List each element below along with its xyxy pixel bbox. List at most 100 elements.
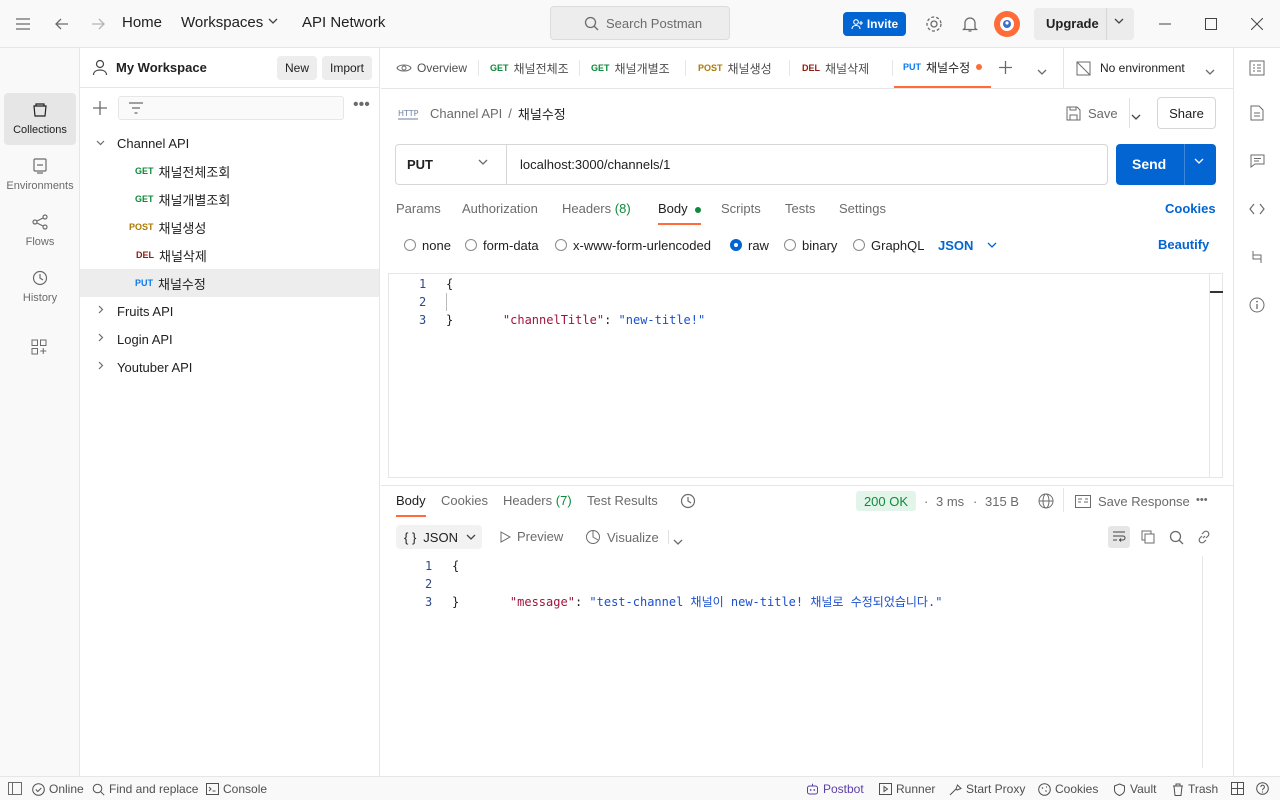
method-select[interactable]: PUT	[396, 145, 507, 184]
status-badge[interactable]: 200 OK	[856, 491, 916, 511]
share-button[interactable]: Share	[1157, 97, 1216, 129]
tab-params[interactable]: Params	[396, 201, 441, 225]
request-body-editor[interactable]: 1 2 3 { "channelTitle": "new-title!" }	[388, 273, 1223, 478]
tab-get-one[interactable]: GET 채널개별조	[591, 48, 670, 88]
upgrade-button[interactable]: Upgrade	[1034, 8, 1134, 40]
tree-folder-login-api[interactable]: Login API	[80, 325, 379, 353]
vault-button[interactable]: Vault	[1113, 782, 1156, 796]
preview-button[interactable]: Preview	[500, 529, 563, 544]
avatar[interactable]	[994, 11, 1020, 37]
settings-gear-icon[interactable]	[922, 12, 946, 36]
scrollbar-track[interactable]	[1202, 556, 1203, 768]
chevron-down-icon[interactable]	[1205, 64, 1215, 79]
url-input[interactable]: localhost:3000/channels/1	[520, 157, 670, 172]
tab-post[interactable]: POST 채널생성	[698, 48, 772, 88]
tab-headers[interactable]: Headers (8)	[562, 201, 631, 225]
sidebar-toggle-icon[interactable]	[8, 782, 22, 798]
workspaces-menu[interactable]: Workspaces	[181, 14, 263, 31]
response-tab-test-results[interactable]: Test Results	[587, 493, 658, 517]
globe-icon[interactable]	[1038, 493, 1054, 512]
new-button[interactable]: New	[277, 56, 318, 80]
wrap-lines-icon[interactable]	[1108, 526, 1130, 548]
response-size[interactable]: 315 B	[985, 494, 1019, 509]
tree-request-post[interactable]: POST 채널생성	[80, 213, 379, 241]
more-icon[interactable]: •••	[1196, 495, 1208, 506]
scrollbar-thumb[interactable]	[1210, 291, 1223, 293]
comments-icon[interactable]	[1246, 150, 1268, 172]
related-collections-icon[interactable]	[1246, 246, 1268, 268]
rail-item-flows[interactable]: Flows	[4, 205, 76, 257]
beautify-link[interactable]: Beautify	[1158, 237, 1209, 252]
tab-settings[interactable]: Settings	[839, 201, 886, 225]
tab-body[interactable]: Body	[658, 201, 702, 225]
plus-icon[interactable]	[999, 61, 1012, 77]
tab-get-all[interactable]: GET 채널전체조	[490, 48, 569, 88]
back-arrow-icon[interactable]	[50, 12, 74, 36]
runner-button[interactable]: Runner	[879, 782, 935, 796]
console-button[interactable]: Console	[206, 782, 267, 796]
tree-request-delete[interactable]: DEL 채널삭제	[80, 241, 379, 269]
tab-overview[interactable]: Overview	[396, 48, 467, 88]
send-button[interactable]: Send	[1116, 144, 1216, 185]
environment-quicklook-icon[interactable]	[1246, 57, 1268, 79]
menu-icon[interactable]	[11, 12, 35, 36]
environment-selector[interactable]: No environment	[1076, 48, 1185, 88]
response-divider[interactable]	[381, 485, 1233, 486]
documentation-icon[interactable]	[1246, 102, 1268, 124]
invite-button[interactable]: Invite	[843, 12, 906, 36]
plus-icon[interactable]	[93, 101, 107, 118]
breadcrumb-current[interactable]: 채널수정	[518, 104, 566, 123]
link-icon[interactable]	[1193, 526, 1215, 548]
trash-button[interactable]: Trash	[1172, 782, 1218, 796]
help-icon[interactable]	[1256, 782, 1269, 798]
close-icon[interactable]	[1245, 12, 1269, 36]
breadcrumb-parent[interactable]: Channel API	[430, 106, 502, 121]
tree-request-put[interactable]: PUT 채널수정	[80, 269, 379, 297]
configure-sidebar-icon[interactable]	[31, 339, 47, 358]
scrollbar-track[interactable]	[1209, 274, 1210, 477]
raw-format-select[interactable]: JSON	[938, 236, 997, 254]
maximize-icon[interactable]	[1199, 12, 1223, 36]
radio-none[interactable]: none	[404, 236, 451, 254]
history-icon[interactable]	[680, 493, 696, 512]
tab-scripts[interactable]: Scripts	[721, 201, 761, 225]
response-tab-cookies[interactable]: Cookies	[441, 493, 488, 517]
radio-graphql[interactable]: GraphQL	[853, 236, 924, 254]
info-icon[interactable]	[1246, 294, 1268, 316]
chevron-down-icon[interactable]	[1131, 109, 1141, 124]
layout-grid-icon[interactable]	[1231, 782, 1244, 798]
postbot-button[interactable]: Postbot	[806, 782, 864, 796]
visualize-button[interactable]: Visualize	[585, 529, 659, 545]
chevron-down-icon[interactable]	[1194, 156, 1204, 168]
chevron-down-icon[interactable]	[1037, 64, 1047, 79]
tree-request-get-all[interactable]: GET 채널전체조회	[80, 157, 379, 185]
response-tab-headers[interactable]: Headers (7)	[503, 493, 572, 517]
response-time[interactable]: 3 ms	[936, 494, 964, 509]
rail-item-history[interactable]: History	[4, 261, 76, 313]
save-response-button[interactable]: Save Response	[1075, 494, 1190, 509]
radio-binary[interactable]: binary	[784, 236, 837, 254]
response-body-viewer[interactable]: 1 2 3 { "message": "test-channel 채널이 new…	[388, 556, 1218, 768]
tab-tests[interactable]: Tests	[785, 201, 815, 225]
radio-form-data[interactable]: form-data	[465, 236, 539, 254]
filter-input[interactable]	[118, 96, 344, 120]
cookies-button[interactable]: Cookies	[1038, 782, 1098, 796]
chevron-down-icon[interactable]	[673, 534, 683, 549]
find-replace-button[interactable]: Find and replace	[92, 782, 198, 796]
import-button[interactable]: Import	[322, 56, 373, 80]
tab-delete[interactable]: DEL 채널삭제	[802, 48, 869, 88]
tree-folder-youtuber-api[interactable]: Youtuber API	[80, 353, 379, 381]
code-icon[interactable]	[1246, 198, 1268, 220]
response-tab-body[interactable]: Body	[396, 493, 426, 517]
minimize-icon[interactable]	[1153, 12, 1177, 36]
tree-folder-fruits-api[interactable]: Fruits API	[80, 297, 379, 325]
tab-put-active[interactable]: PUT 채널수정	[894, 48, 992, 88]
start-proxy-button[interactable]: Start Proxy	[949, 782, 1025, 796]
api-network-link[interactable]: API Network	[302, 14, 385, 31]
tree-request-get-one[interactable]: GET 채널개별조회	[80, 185, 379, 213]
home-link[interactable]: Home	[122, 14, 162, 31]
chevron-down-icon[interactable]	[1114, 14, 1124, 28]
radio-urlencoded[interactable]: x-www-form-urlencoded	[555, 236, 711, 254]
rail-item-collections[interactable]: Collections	[4, 93, 76, 145]
more-icon[interactable]: •••	[353, 97, 370, 113]
